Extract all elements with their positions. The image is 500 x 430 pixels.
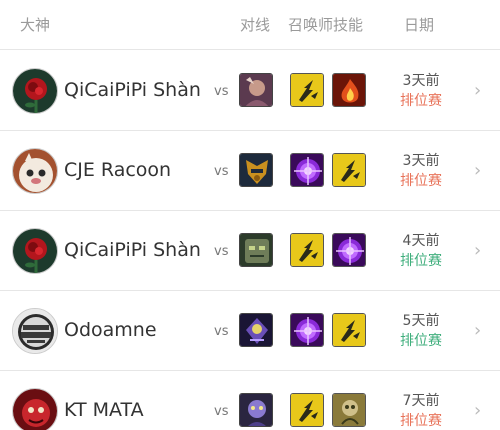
chevron-right-icon[interactable]: › (474, 160, 481, 181)
poro-avatar (12, 148, 58, 194)
flash-icon (332, 153, 366, 187)
flash-icon (290, 233, 324, 267)
match-row[interactable]: CJE Racoon vs 3天前 排位赛 › (0, 131, 500, 211)
player-name: KT MATA (64, 399, 144, 421)
champion-portrait (239, 233, 273, 267)
red-avatar (12, 388, 58, 430)
player-name: QiCaiPiPi Shàn (64, 239, 201, 261)
lol-logo-avatar (12, 308, 58, 354)
flash-icon (332, 313, 366, 347)
match-date: 5天前 (402, 313, 440, 329)
match-row[interactable]: KT MATA vs 7天前 排位赛 › (0, 371, 500, 430)
match-date: 7天前 (402, 393, 440, 409)
player-name: QiCaiPiPi Shàn (64, 79, 201, 101)
teleport-icon (290, 153, 324, 187)
chevron-right-icon[interactable]: › (474, 240, 481, 261)
vs-label: vs (214, 244, 229, 259)
match-date: 4天前 (402, 233, 440, 249)
exhaust-icon (332, 393, 366, 427)
match-date: 3天前 (402, 153, 440, 169)
match-mode: 排位赛 (400, 173, 442, 189)
vs-label: vs (214, 324, 229, 339)
chevron-right-icon[interactable]: › (474, 80, 481, 101)
match-date: 3天前 (402, 73, 440, 89)
match-row[interactable]: QiCaiPiPi Shàn vs 4天前 排位赛 › (0, 211, 500, 291)
chevron-right-icon[interactable]: › (474, 400, 481, 421)
header-spells: 召唤师技能 (288, 16, 364, 34)
vs-label: vs (214, 404, 229, 419)
match-mode: 排位赛 (400, 413, 442, 429)
ignite-icon (332, 73, 366, 107)
match-mode: 排位赛 (400, 333, 442, 349)
champion-portrait (239, 153, 273, 187)
champion-portrait (239, 73, 273, 107)
player-name: Odoamne (64, 319, 157, 341)
match-mode: 排位赛 (400, 253, 442, 269)
match-mode: 排位赛 (400, 93, 442, 109)
header-player: 大神 (20, 16, 51, 34)
table-header: 大神 对线 召唤师技能 日期 (0, 0, 500, 50)
teleport-icon (290, 313, 324, 347)
rose-avatar (12, 68, 58, 114)
vs-label: vs (214, 164, 229, 179)
chevron-right-icon[interactable]: › (474, 320, 481, 341)
player-name: CJE Racoon (64, 159, 172, 181)
champion-portrait (239, 393, 273, 427)
rose-avatar (12, 228, 58, 274)
vs-label: vs (214, 84, 229, 99)
header-opponent: 对线 (240, 16, 271, 34)
header-date: 日期 (404, 16, 435, 34)
teleport-icon (332, 233, 366, 267)
flash-icon (290, 73, 324, 107)
match-row[interactable]: QiCaiPiPi Shàn vs 3天前 排位赛 › (0, 51, 500, 131)
champion-portrait (239, 313, 273, 347)
flash-icon (290, 393, 324, 427)
match-row[interactable]: Odoamne vs 5天前 排位赛 › (0, 291, 500, 371)
